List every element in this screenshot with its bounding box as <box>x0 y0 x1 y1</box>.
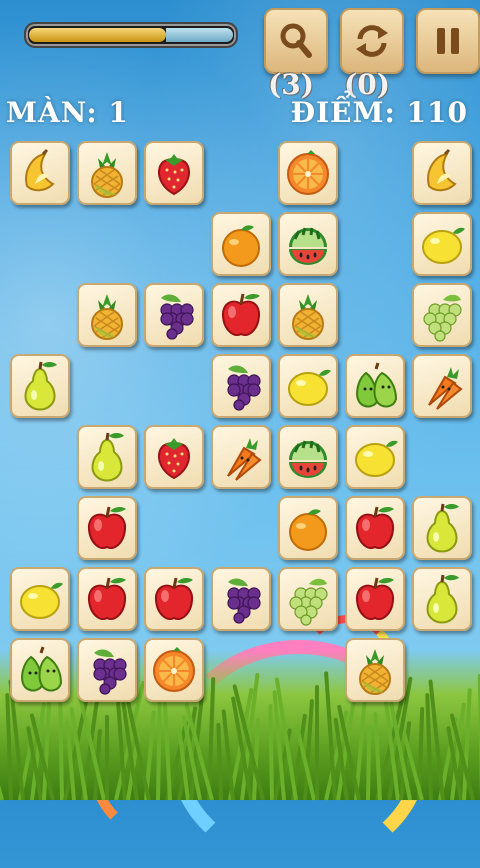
pineapple-icon <box>91 152 123 198</box>
watermelon-icon <box>289 227 327 265</box>
tile-apple[interactable] <box>144 567 204 631</box>
tile-carrot[interactable] <box>412 354 472 418</box>
apple-icon <box>355 577 395 620</box>
lemon-icon <box>422 227 465 264</box>
pear-icon <box>24 361 57 411</box>
tile-banana[interactable] <box>10 141 70 205</box>
grapes-icon <box>160 294 194 340</box>
tile-pineapple[interactable] <box>77 141 137 205</box>
tile-board <box>0 0 480 800</box>
apple-icon <box>154 577 194 620</box>
grapes-icon <box>227 578 261 624</box>
tile-grapes[interactable] <box>77 638 137 702</box>
grapes-icon <box>93 649 127 695</box>
white-grapes-icon <box>289 578 328 626</box>
pineapple-icon <box>91 294 123 340</box>
pineapple-icon <box>359 649 391 695</box>
lemon-icon <box>355 440 398 477</box>
tile-apple[interactable] <box>345 496 405 560</box>
tile-grapes[interactable] <box>144 283 204 347</box>
orange-slice-icon <box>153 647 195 692</box>
tile-orange[interactable] <box>211 212 271 276</box>
tile-grapes[interactable] <box>211 354 271 418</box>
tile-grapes[interactable] <box>211 567 271 631</box>
apple-icon <box>355 506 395 549</box>
tile-watermelon[interactable] <box>278 425 338 489</box>
tile-lemon[interactable] <box>10 567 70 631</box>
tile-lemon[interactable] <box>278 354 338 418</box>
tile-apple[interactable] <box>345 567 405 631</box>
grapes-icon <box>227 365 261 411</box>
green-pear-icon <box>21 646 63 692</box>
strawberry-icon <box>158 438 190 480</box>
orange-icon <box>289 509 327 551</box>
tile-pineapple[interactable] <box>77 283 137 347</box>
tile-green-pear[interactable] <box>345 354 405 418</box>
tile-pear[interactable] <box>412 496 472 560</box>
lemon-icon <box>20 582 63 619</box>
tile-apple[interactable] <box>77 496 137 560</box>
tile-pear[interactable] <box>77 425 137 489</box>
tile-lemon[interactable] <box>412 212 472 276</box>
tile-pear[interactable] <box>10 354 70 418</box>
tile-white-grapes[interactable] <box>278 567 338 631</box>
tile-watermelon[interactable] <box>278 212 338 276</box>
tile-apple[interactable] <box>211 283 271 347</box>
tile-green-pear[interactable] <box>10 638 70 702</box>
carrot-icon <box>227 438 262 481</box>
tile-apple[interactable] <box>77 567 137 631</box>
tile-carrot[interactable] <box>211 425 271 489</box>
strawberry-icon <box>158 154 190 196</box>
pear-icon <box>426 503 459 553</box>
tile-pear[interactable] <box>412 567 472 631</box>
white-grapes-icon <box>423 294 462 342</box>
banana-icon <box>427 148 457 192</box>
tile-strawberry[interactable] <box>144 425 204 489</box>
tile-orange-slice[interactable] <box>144 638 204 702</box>
orange-icon <box>222 225 260 267</box>
tile-orange[interactable] <box>278 496 338 560</box>
apple-icon <box>87 577 127 620</box>
carrot-icon <box>428 367 463 410</box>
pear-icon <box>91 432 124 482</box>
tile-orange-slice[interactable] <box>278 141 338 205</box>
orange-slice-icon <box>287 150 329 195</box>
tile-lemon[interactable] <box>345 425 405 489</box>
green-pear-icon <box>356 362 398 408</box>
pear-icon <box>426 574 459 624</box>
watermelon-icon <box>289 440 327 478</box>
apple-icon <box>221 293 261 336</box>
apple-icon <box>87 506 127 549</box>
lemon-icon <box>288 369 331 406</box>
tile-strawberry[interactable] <box>144 141 204 205</box>
tile-white-grapes[interactable] <box>412 283 472 347</box>
tile-pineapple[interactable] <box>345 638 405 702</box>
pineapple-icon <box>292 294 324 340</box>
tile-banana[interactable] <box>412 141 472 205</box>
banana-icon <box>25 148 55 192</box>
tile-pineapple[interactable] <box>278 283 338 347</box>
